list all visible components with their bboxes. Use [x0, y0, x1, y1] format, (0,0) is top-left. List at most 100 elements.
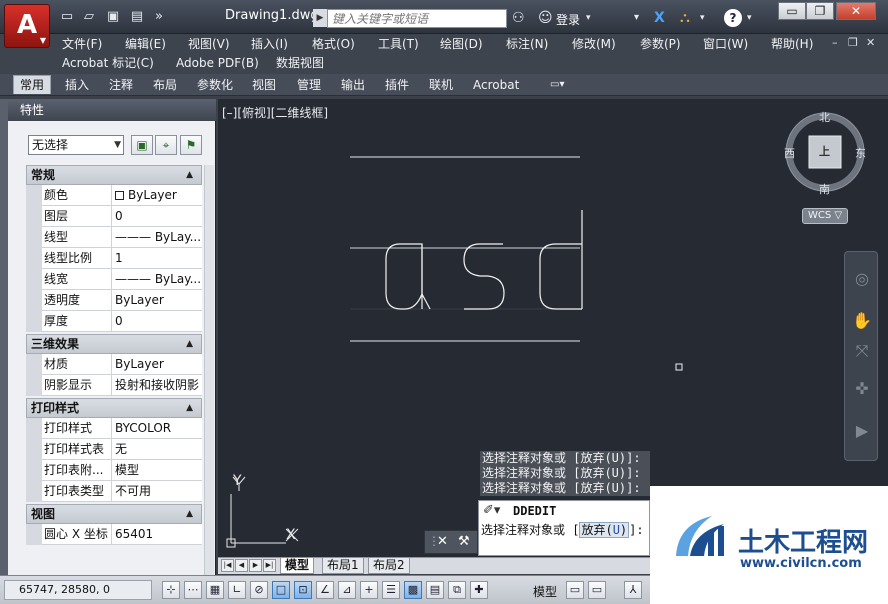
tab-parametric[interactable]: 参数化: [197, 77, 233, 93]
pan-hand-icon[interactable]: ✋: [851, 310, 873, 332]
tab-output[interactable]: 输出: [341, 77, 365, 93]
prop-value[interactable]: ByLayer: [115, 290, 201, 311]
infer-constraints-icon[interactable]: ⊹: [162, 581, 180, 599]
prop-row-thickness[interactable]: 厚度 0: [26, 311, 202, 332]
command-line-handle[interactable]: ⋮ ✕ ⚒: [424, 530, 478, 554]
palette-scrollbar[interactable]: [204, 165, 214, 575]
login-dropdown-icon[interactable]: ▾: [586, 10, 591, 26]
menu-edit[interactable]: 编辑(E): [125, 36, 166, 52]
orbit-icon[interactable]: ✜: [851, 378, 873, 400]
menu-file[interactable]: 文件(F): [62, 36, 102, 52]
coordinate-display[interactable]: 65747, 28580, 0: [4, 580, 152, 600]
tab-plugins[interactable]: 插件: [385, 77, 409, 93]
prop-value[interactable]: 1: [115, 248, 201, 269]
autodesk-app-icon[interactable]: ⛬: [680, 10, 690, 26]
tab-annotate[interactable]: 注释: [109, 77, 133, 93]
zoom-extents-icon[interactable]: ⤧: [851, 340, 873, 362]
restore-button[interactable]: ❐: [806, 2, 834, 20]
command-line[interactable]: ✐▾ DDEDIT 选择注释对象或 [放弃(U)]:: [478, 500, 650, 556]
3d-osnap-icon[interactable]: ⊡: [294, 581, 312, 599]
prop-value[interactable]: 无: [115, 439, 201, 460]
menu-help[interactable]: 帮助(H): [771, 36, 813, 52]
quick-view-drawings-icon[interactable]: ▭: [588, 581, 606, 599]
tab-insert[interactable]: 插入: [65, 77, 89, 93]
doc-close-button[interactable]: ✕: [866, 36, 875, 49]
search-input[interactable]: [327, 9, 507, 28]
tab-layout[interactable]: 布局: [153, 77, 177, 93]
section-view[interactable]: 视图 ▲: [26, 504, 202, 524]
close-button[interactable]: ✕: [836, 2, 876, 20]
transparency-icon[interactable]: ▩: [404, 581, 422, 599]
user-icon[interactable]: ☺: [538, 10, 553, 26]
prop-row-transparency[interactable]: 透明度 ByLayer: [26, 290, 202, 311]
application-menu-button[interactable]: A ▼: [4, 4, 50, 48]
save-as-icon[interactable]: ▤: [128, 9, 146, 25]
quick-properties-icon[interactable]: ▤: [426, 581, 444, 599]
object-snap-icon[interactable]: □: [272, 581, 290, 599]
toggle-pickadd-icon[interactable]: ▣: [131, 135, 153, 155]
polar-tracking-icon[interactable]: ⊘: [250, 581, 268, 599]
menu-tools[interactable]: 工具(T): [378, 36, 419, 52]
menu-modify[interactable]: 修改(M): [572, 36, 616, 52]
next-layout-icon[interactable]: ▶: [249, 559, 262, 572]
grid-display-icon[interactable]: ▦: [206, 581, 224, 599]
tab-home[interactable]: 常用: [13, 75, 52, 94]
object-snap-tracking-icon[interactable]: ∠: [316, 581, 334, 599]
viewcube-top-face[interactable]: 上: [819, 143, 830, 159]
last-layout-icon[interactable]: ▶|: [263, 559, 276, 572]
prop-row-plot-table-attached[interactable]: 打印表附... 模型: [26, 460, 202, 481]
prop-value[interactable]: ByLayer: [115, 354, 201, 375]
tab-acrobat[interactable]: Acrobat: [473, 77, 519, 93]
prop-row-lineweight[interactable]: 线宽 ——— ByLay...: [26, 269, 202, 290]
menu-insert[interactable]: 插入(I): [251, 36, 288, 52]
prop-value[interactable]: ByLayer: [115, 185, 201, 206]
viewcube-east[interactable]: 东: [855, 145, 866, 161]
wcs-menu-button[interactable]: WCS ▽: [802, 208, 848, 224]
app-dropdown-icon[interactable]: ▾: [700, 10, 705, 26]
menu-parametric[interactable]: 参数(P): [640, 36, 681, 52]
annotation-monitor-icon[interactable]: ✚: [470, 581, 488, 599]
prop-row-linetype[interactable]: 线型 ——— ByLay...: [26, 227, 202, 248]
wrench-icon[interactable]: ⚒: [458, 534, 470, 549]
viewcube-west[interactable]: 西: [784, 145, 795, 161]
drawn-text-asd[interactable]: asd: [382, 239, 584, 311]
menu-data-view[interactable]: 数据视图: [276, 55, 324, 71]
prop-value[interactable]: BYCOLOR: [115, 418, 201, 439]
tab-view[interactable]: 视图: [252, 77, 276, 93]
prop-value[interactable]: 模型: [115, 460, 201, 481]
ortho-mode-icon[interactable]: ∟: [228, 581, 246, 599]
section-3d-effects[interactable]: 三维效果 ▲: [26, 334, 202, 354]
prop-row-plot-style[interactable]: 打印样式 BYCOLOR: [26, 418, 202, 439]
prop-value[interactable]: 不可用: [115, 481, 201, 502]
palette-strip[interactable]: [0, 99, 8, 575]
prop-value[interactable]: 0: [115, 206, 201, 227]
palette-title-bar[interactable]: 特性: [8, 99, 216, 121]
search-expand-icon[interactable]: ▶: [313, 9, 327, 27]
menu-view[interactable]: 视图(V): [188, 36, 230, 52]
tab-layout1[interactable]: 布局1: [322, 558, 364, 574]
dropdown-arrow-icon[interactable]: ▾: [634, 10, 639, 26]
prop-row-shadow-display[interactable]: 阴影显示 投射和接收阴影: [26, 375, 202, 396]
close-icon[interactable]: ✕: [437, 534, 448, 549]
menu-adobe-pdf[interactable]: Adobe PDF(B): [176, 55, 259, 71]
prop-value[interactable]: ——— ByLay...: [115, 227, 201, 248]
help-icon[interactable]: ?: [724, 9, 742, 27]
menu-window[interactable]: 窗口(W): [703, 36, 748, 52]
dynamic-input-icon[interactable]: +: [360, 581, 378, 599]
prop-row-layer[interactable]: 图层 0: [26, 206, 202, 227]
prop-value[interactable]: 65401: [115, 524, 201, 545]
minimize-button[interactable]: ▭: [778, 2, 806, 20]
prop-row-linetype-scale[interactable]: 线型比例 1: [26, 248, 202, 269]
prop-value[interactable]: 0: [115, 311, 201, 332]
quick-view-layouts-icon[interactable]: ▭: [566, 581, 584, 599]
snap-mode-icon[interactable]: ⋯: [184, 581, 202, 599]
command-prompt-icon[interactable]: ✐▾: [483, 503, 500, 518]
section-general[interactable]: 常规 ▲: [26, 165, 202, 185]
doc-restore-button[interactable]: ❐: [848, 36, 858, 49]
login-button[interactable]: 登录: [556, 11, 580, 28]
more-tools-icon[interactable]: »: [150, 9, 168, 25]
tab-online[interactable]: 联机: [429, 77, 453, 93]
annotation-scale-icon[interactable]: ⅄: [624, 581, 642, 599]
tab-model[interactable]: 模型: [280, 558, 315, 574]
menu-acrobat-markup[interactable]: Acrobat 标记(C): [62, 55, 154, 71]
